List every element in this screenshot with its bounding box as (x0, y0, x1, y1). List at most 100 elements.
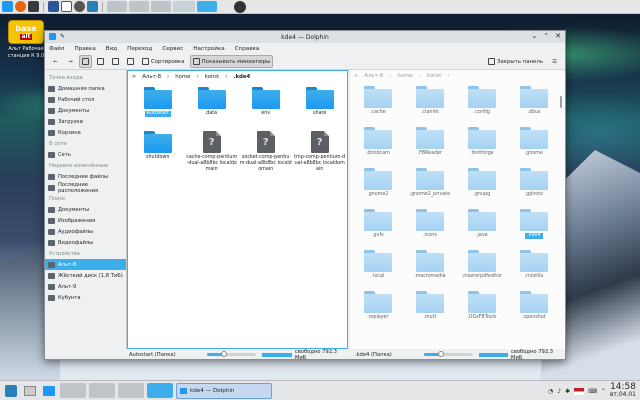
sidebar-item[interactable]: Жёсткий диск (1,8 ТиБ) (45, 270, 126, 281)
file-item[interactable]: .gphoto (508, 168, 560, 198)
window-menu-icon[interactable] (49, 33, 56, 40)
sidebar-item[interactable]: Документы (45, 105, 126, 116)
menu-tools[interactable]: Сервис (162, 46, 183, 52)
pager-2-icon[interactable] (89, 383, 115, 398)
monitor-icon[interactable] (48, 1, 59, 12)
forward-button[interactable]: → (64, 55, 77, 68)
file-item[interactable]: .macromedia (404, 250, 456, 280)
file-item[interactable]: .gnome2 (352, 168, 404, 198)
file-item[interactable]: env (240, 87, 292, 117)
file-item[interactable]: .openshot (508, 291, 560, 321)
maximize-icon[interactable]: ⌃ (543, 32, 549, 40)
file-item[interactable]: .cache (352, 86, 404, 116)
sidebar-item[interactable]: Видеофайлы (45, 237, 126, 248)
file-item[interactable]: .mplayer (352, 291, 404, 321)
clock[interactable]: 14:58 вт,04.01 (610, 383, 636, 399)
volume-icon[interactable]: ♪ (557, 388, 561, 395)
breadcrumb-item[interactable]: konst (427, 73, 442, 79)
doc-icon[interactable] (61, 1, 72, 12)
file-item[interactable]: .kde4 (508, 209, 560, 239)
sidebar-item[interactable]: Сеть (45, 149, 126, 160)
file-item[interactable]: ? cache-comp-pentium-dual-a8b8bc localdom… (186, 131, 238, 173)
file-item[interactable]: .icons (404, 209, 456, 239)
tux-icon[interactable] (234, 1, 246, 13)
keyboard-icon[interactable]: ⌨ (588, 388, 597, 395)
pager-3-icon[interactable] (118, 383, 144, 398)
title-bar[interactable]: ✎ kde4 — Dolphin ⌄ ⌃ ✕ (45, 31, 565, 43)
file-item[interactable]: .droidcam (352, 127, 404, 157)
file-item[interactable]: .gnome (508, 127, 560, 157)
flag-icon[interactable] (574, 387, 585, 395)
file-item[interactable]: .mutt (404, 291, 456, 321)
workspace-3-icon[interactable] (151, 1, 171, 12)
file-item[interactable]: .gvfs (352, 209, 404, 239)
sidebar-item[interactable]: Альт-8 (45, 259, 126, 270)
breadcrumb-item[interactable]: home (175, 74, 190, 80)
file-item[interactable]: ? tmp-comp-pentium-dual-a8b8bc localdomai… (294, 131, 346, 173)
right-view[interactable]: > Альт-8 › home › konst › .cache .clamtk .config… (349, 70, 566, 349)
sidebar-item[interactable]: Рабочий стол (45, 94, 126, 105)
workspace-2-icon[interactable] (129, 1, 149, 12)
breadcrumb-item[interactable]: Альт-8 (364, 73, 383, 79)
file-item[interactable]: .dbus (508, 86, 560, 116)
file-item[interactable]: .java (456, 209, 508, 239)
file-item[interactable]: .FBReader (404, 127, 456, 157)
preview-button[interactable]: Показывать миниатюры (189, 55, 274, 68)
files-icon[interactable] (87, 1, 98, 12)
compact-view-button[interactable] (94, 55, 107, 68)
pager-1-icon[interactable] (60, 383, 86, 398)
close-icon[interactable]: ✕ (555, 32, 561, 40)
menu-help[interactable]: Справка (235, 46, 260, 52)
file-item[interactable]: .masterpdfeditor (456, 250, 508, 280)
dolphin-launcher-icon[interactable] (41, 383, 57, 398)
sidebar-item[interactable]: Документы (45, 204, 126, 215)
breadcrumb-item[interactable]: home (397, 73, 412, 79)
menu-settings[interactable]: Настройка (193, 46, 224, 52)
sidebar-item[interactable]: Кубунта (45, 292, 126, 303)
firefox-icon[interactable] (15, 1, 26, 12)
chevron-up-icon[interactable]: ⌃ (601, 388, 606, 395)
breadcrumb-item[interactable]: Альт-8 (142, 74, 161, 80)
back-button[interactable]: ← (49, 55, 62, 68)
workspace-1-icon[interactable] (107, 1, 127, 12)
workspace-4-icon[interactable] (173, 1, 195, 12)
icons-view-button[interactable] (79, 55, 92, 68)
menu-edit[interactable]: Правка (74, 46, 95, 52)
file-item[interactable]: .gnupg (456, 168, 508, 198)
menu-go[interactable]: Переход (127, 46, 152, 52)
app-launcher-icon[interactable] (3, 383, 19, 398)
minimize-icon[interactable]: ⌄ (531, 32, 537, 40)
file-item[interactable]: shutdown (132, 131, 184, 161)
task-dolphin[interactable]: kde4 — Dolphin (176, 382, 272, 399)
file-item[interactable]: .gnome2_private (404, 168, 456, 198)
sidebar-item[interactable]: Альт-9 (45, 281, 126, 292)
file-item[interactable]: data (186, 87, 238, 117)
pin-icon[interactable]: ✎ (60, 33, 65, 40)
sidebar-item[interactable]: Загрузки (45, 116, 126, 127)
breadcrumb-item[interactable]: konst (205, 74, 220, 80)
file-item[interactable]: share (294, 87, 346, 117)
pager-4-icon[interactable] (147, 383, 173, 398)
file-item[interactable]: .config (456, 86, 508, 116)
sidebar-item[interactable]: Последние файлы (45, 171, 126, 182)
zoom-slider-right[interactable] (423, 351, 473, 357)
sort-button[interactable]: Сортировка (139, 55, 188, 68)
network-icon[interactable]: ◔ (548, 388, 553, 395)
breadcrumb-item[interactable]: .kde4 (233, 74, 250, 80)
sidebar-item[interactable]: Аудиофайлы (45, 226, 126, 237)
menu-view[interactable]: Вид (106, 46, 117, 52)
sidebar-item[interactable]: Изображения (45, 215, 126, 226)
desktop-icon[interactable] (22, 383, 38, 398)
file-item[interactable]: .OGsFBTools (456, 291, 508, 321)
left-view[interactable]: > Альт-8 › home › konst › .kde4 Autostart data en… (126, 70, 348, 349)
sidebar-item[interactable]: Корзина (45, 127, 126, 138)
terminal-icon[interactable] (28, 1, 39, 12)
details-view-button[interactable] (109, 55, 122, 68)
scrollbar[interactable] (560, 96, 563, 108)
file-item[interactable]: .clamtk (404, 86, 456, 116)
menu-file[interactable]: Файл (49, 46, 64, 52)
alt-logo-icon[interactable]: base alt (8, 20, 44, 44)
zoom-slider-left[interactable] (207, 351, 257, 357)
sidebar-item[interactable]: Домашняя папка (45, 83, 126, 94)
app-menu-icon[interactable] (2, 1, 13, 12)
